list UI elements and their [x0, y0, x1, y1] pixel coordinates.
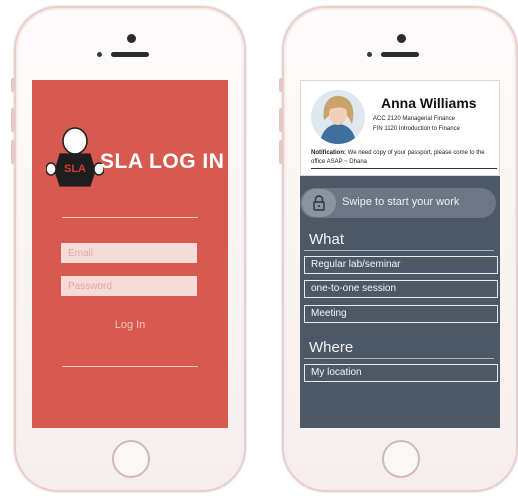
- option-one-to-one-session[interactable]: one-to-one session: [304, 280, 498, 298]
- home-button[interactable]: [112, 440, 150, 478]
- what-heading: What: [309, 231, 345, 248]
- front-camera: [127, 34, 136, 43]
- course-line: ACC 2120 Managerial Finance: [373, 116, 456, 122]
- home-button[interactable]: [382, 440, 420, 478]
- volume-down-button: [11, 140, 15, 164]
- app-phone: Anna Williams ACC 2120 Managerial Financ…: [279, 6, 518, 492]
- lock-icon: [313, 195, 325, 211]
- login-button[interactable]: Log In: [100, 316, 160, 334]
- volume-down-button: [279, 140, 283, 164]
- login-title: SLA LOG IN: [100, 150, 225, 173]
- swipe-label: Swipe to start your work: [342, 196, 460, 208]
- password-field[interactable]: [61, 276, 197, 296]
- option-meeting[interactable]: Meeting: [304, 305, 498, 323]
- mute-switch: [279, 78, 283, 92]
- notification-message: Notification: We need copy of your passp…: [311, 149, 495, 167]
- where-heading: Where: [309, 339, 354, 356]
- earpiece-speaker: [111, 52, 149, 57]
- svg-text:SLA: SLA: [64, 163, 86, 175]
- volume-up-button: [279, 108, 283, 132]
- login-screen: SLA SLA LOG IN Log In: [32, 80, 228, 428]
- earpiece-speaker: [381, 52, 419, 57]
- course-line: FIN 1120 Introduction to Finance: [373, 126, 460, 132]
- mute-switch: [11, 78, 15, 92]
- top-divider: [62, 217, 198, 218]
- proximity-sensor: [97, 52, 102, 57]
- sla-mascot-logo: SLA: [46, 127, 104, 187]
- login-phone: SLA SLA LOG IN Log In: [11, 6, 246, 492]
- option-my-location[interactable]: My location: [304, 364, 498, 382]
- work-screen: Anna Williams ACC 2120 Managerial Financ…: [300, 80, 500, 428]
- email-field[interactable]: [61, 243, 197, 263]
- notification-label: Notification:: [311, 150, 346, 156]
- swipe-to-start-slider[interactable]: Swipe to start your work: [300, 188, 496, 218]
- proximity-sensor: [367, 52, 372, 57]
- where-divider: [304, 358, 494, 359]
- swipe-handle[interactable]: [302, 189, 336, 217]
- front-camera: [397, 34, 406, 43]
- profile-name: Anna Williams: [381, 95, 477, 111]
- option-regular-lab-seminar[interactable]: Regular lab/seminar: [304, 256, 498, 274]
- bottom-divider: [62, 366, 198, 367]
- profile-avatar: [311, 90, 365, 144]
- what-divider: [304, 250, 494, 251]
- volume-up-button: [11, 108, 15, 132]
- card-divider: [311, 168, 497, 169]
- profile-card: Anna Williams ACC 2120 Managerial Financ…: [300, 80, 500, 176]
